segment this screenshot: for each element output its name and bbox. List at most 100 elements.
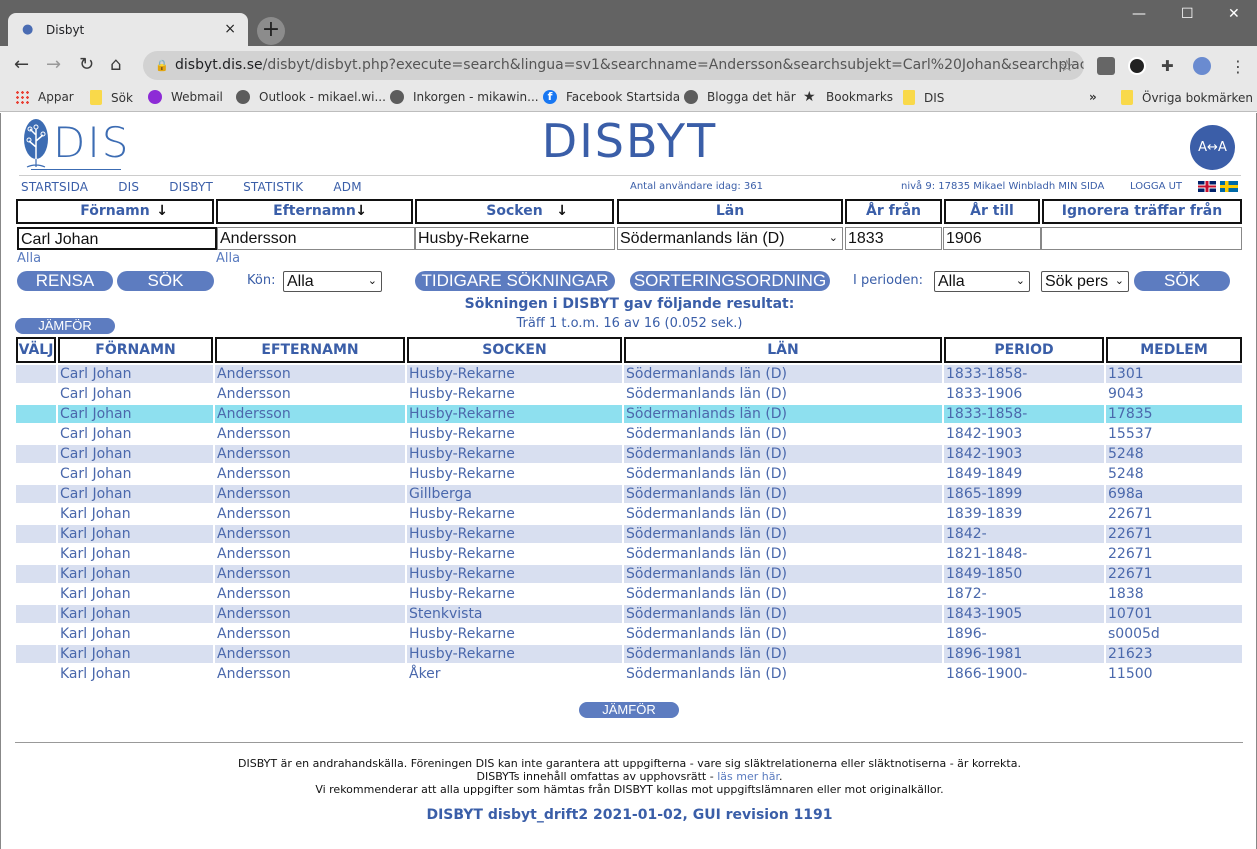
- select-cell[interactable]: [16, 465, 56, 483]
- nav-startsida[interactable]: STARTSIDA: [21, 180, 88, 194]
- compare-button-top[interactable]: JÄMFÖR: [15, 318, 115, 334]
- table-row[interactable]: Karl Johan Andersson Husby-Rekarne Söderman…: [16, 525, 1242, 543]
- table-row[interactable]: Carl Johan Andersson Gillberga Södermanland…: [16, 485, 1242, 503]
- search-button-secondary[interactable]: SÖK: [1134, 271, 1230, 291]
- compare-button-bottom[interactable]: JÄMFÖR: [579, 702, 679, 718]
- member-cell[interactable]: 5248: [1106, 445, 1242, 463]
- minimize-icon[interactable]: —: [1132, 6, 1146, 22]
- member-cell[interactable]: 11500: [1106, 665, 1242, 683]
- firstname-cell[interactable]: Karl Johan: [58, 565, 213, 583]
- bookmark-inkorgen[interactable]: Inkorgen - mikawin...: [390, 90, 539, 104]
- nav-dis[interactable]: DIS: [118, 180, 139, 194]
- select-cell[interactable]: [16, 525, 56, 543]
- col-county[interactable]: LÄN: [624, 337, 942, 363]
- member-cell[interactable]: 21623: [1106, 645, 1242, 663]
- member-cell[interactable]: 1838: [1106, 585, 1242, 603]
- firstname-cell[interactable]: Karl Johan: [58, 625, 213, 643]
- table-row[interactable]: Carl Johan Andersson Husby-Rekarne Söderman…: [16, 385, 1242, 403]
- address-bar[interactable]: 🔒 disbyt.dis.se/disbyt/disbyt.php?execut…: [143, 51, 1084, 80]
- table-row[interactable]: Carl Johan Andersson Husby-Rekarne Söderman…: [16, 465, 1242, 483]
- table-row[interactable]: Karl Johan Andersson Stenkvista Södermanlan…: [16, 605, 1242, 623]
- ignore-input[interactable]: [1041, 227, 1242, 250]
- puzzle-icon[interactable]: ✚: [1161, 57, 1179, 75]
- firstname-cell[interactable]: Karl Johan: [58, 505, 213, 523]
- firstname-cell[interactable]: Carl Johan: [58, 365, 213, 383]
- table-row[interactable]: Carl Johan Andersson Husby-Rekarne Söderman…: [16, 425, 1242, 443]
- parish-input[interactable]: Husby-Rekarne: [415, 227, 615, 250]
- col-parish[interactable]: SOCKEN: [407, 337, 622, 363]
- member-cell[interactable]: s0005d: [1106, 625, 1242, 643]
- logout-link[interactable]: LOGGA UT: [1130, 181, 1182, 192]
- table-row[interactable]: Karl Johan Andersson Husby-Rekarne Söderman…: [16, 625, 1242, 643]
- clear-button[interactable]: RENSA: [17, 271, 113, 291]
- col-lastname[interactable]: EFTERNAMN: [215, 337, 405, 363]
- member-cell[interactable]: 10701: [1106, 605, 1242, 623]
- firstname-cell[interactable]: Karl Johan: [58, 665, 213, 683]
- extension-icon[interactable]: [1097, 57, 1115, 75]
- select-cell[interactable]: [16, 565, 56, 583]
- bookmark-dis[interactable]: DIS: [903, 90, 944, 105]
- sort-down-icon[interactable]: ↓: [156, 201, 168, 222]
- firstname-cell[interactable]: Carl Johan: [58, 405, 213, 423]
- read-more-link[interactable]: läs mer här: [717, 770, 779, 783]
- year-from-input[interactable]: 1833: [845, 227, 942, 250]
- select-cell[interactable]: [16, 405, 56, 423]
- tab-close-icon[interactable]: ×: [224, 21, 236, 37]
- sort-order-button[interactable]: SORTERINGSORDNING: [630, 271, 830, 291]
- english-flag-icon[interactable]: [1198, 181, 1216, 192]
- back-icon[interactable]: ←: [14, 55, 29, 75]
- firstname-cell[interactable]: Carl Johan: [58, 445, 213, 463]
- col-member[interactable]: MEDLEM: [1106, 337, 1242, 363]
- profile-avatar[interactable]: [1193, 57, 1211, 75]
- member-cell[interactable]: 22671: [1106, 525, 1242, 543]
- member-cell[interactable]: 698a: [1106, 485, 1242, 503]
- checkmark-extension-icon[interactable]: [1128, 57, 1146, 75]
- bookmark-webmail[interactable]: Webmail: [148, 90, 223, 104]
- other-bookmarks[interactable]: Övriga bokmärken: [1121, 90, 1253, 105]
- previous-searches-button[interactable]: TIDIGARE SÖKNINGAR: [415, 271, 615, 291]
- firstname-cell[interactable]: Carl Johan: [58, 465, 213, 483]
- header-firstname[interactable]: Förnamn ↓: [16, 199, 214, 224]
- lastname-input[interactable]: Andersson: [217, 227, 415, 250]
- table-row[interactable]: Karl Johan Andersson Husby-Rekarne Söderman…: [16, 545, 1242, 563]
- firstname-cell[interactable]: Karl Johan: [58, 645, 213, 663]
- bookmark-sok[interactable]: Sök: [90, 90, 133, 105]
- menu-kebab-icon[interactable]: ⋮: [1230, 57, 1248, 76]
- bookmark-apps[interactable]: Appar: [15, 90, 74, 104]
- user-info-link[interactable]: nivå 9: 17835 Mikael Winbladh MIN SIDA: [901, 181, 1104, 192]
- firstname-cell[interactable]: Carl Johan: [58, 485, 213, 503]
- sort-down-icon[interactable]: ↓: [355, 201, 367, 222]
- swap-people-button[interactable]: A↔A: [1190, 125, 1235, 170]
- table-row[interactable]: Carl Johan Andersson Husby-Rekarne Söderman…: [16, 405, 1242, 423]
- swedish-flag-icon[interactable]: [1220, 181, 1238, 192]
- bookmarks-overflow-button[interactable]: »: [1089, 90, 1097, 104]
- firstname-input[interactable]: Carl Johan: [17, 227, 217, 250]
- select-cell[interactable]: [16, 365, 56, 383]
- window-close-icon[interactable]: ✕: [1228, 6, 1240, 22]
- period-select[interactable]: Alla ⌄: [934, 271, 1030, 292]
- member-cell[interactable]: 5248: [1106, 465, 1242, 483]
- member-cell[interactable]: 1301: [1106, 365, 1242, 383]
- reload-icon[interactable]: ↻: [79, 55, 94, 75]
- table-row[interactable]: Carl Johan Andersson Husby-Rekarne Söderman…: [16, 365, 1242, 383]
- select-cell[interactable]: [16, 665, 56, 683]
- gender-select[interactable]: Alla ⌄: [283, 271, 382, 292]
- col-firstname[interactable]: FÖRNAMN: [58, 337, 213, 363]
- county-select[interactable]: Södermanlands län (D) ⌄: [617, 227, 843, 250]
- firstname-cell[interactable]: Karl Johan: [58, 545, 213, 563]
- year-to-input[interactable]: 1906: [943, 227, 1041, 250]
- new-tab-button[interactable]: +: [257, 17, 285, 45]
- firstname-cell[interactable]: Carl Johan: [58, 425, 213, 443]
- nav-adm[interactable]: ADM: [333, 180, 361, 194]
- nav-statistik[interactable]: STATISTIK: [243, 180, 303, 194]
- browser-tab[interactable]: ● Disbyt ×: [8, 13, 248, 46]
- search-button[interactable]: SÖK: [117, 271, 214, 291]
- firstname-cell[interactable]: Karl Johan: [58, 585, 213, 603]
- select-cell[interactable]: [16, 625, 56, 643]
- bookmark-outlook[interactable]: Outlook - mikael.wi...: [236, 90, 386, 104]
- member-cell[interactable]: 17835: [1106, 405, 1242, 423]
- maximize-icon[interactable]: ☐: [1181, 6, 1194, 22]
- bookmark-star-icon[interactable]: ☆: [1060, 51, 1074, 80]
- select-cell[interactable]: [16, 605, 56, 623]
- firstname-cell[interactable]: Karl Johan: [58, 605, 213, 623]
